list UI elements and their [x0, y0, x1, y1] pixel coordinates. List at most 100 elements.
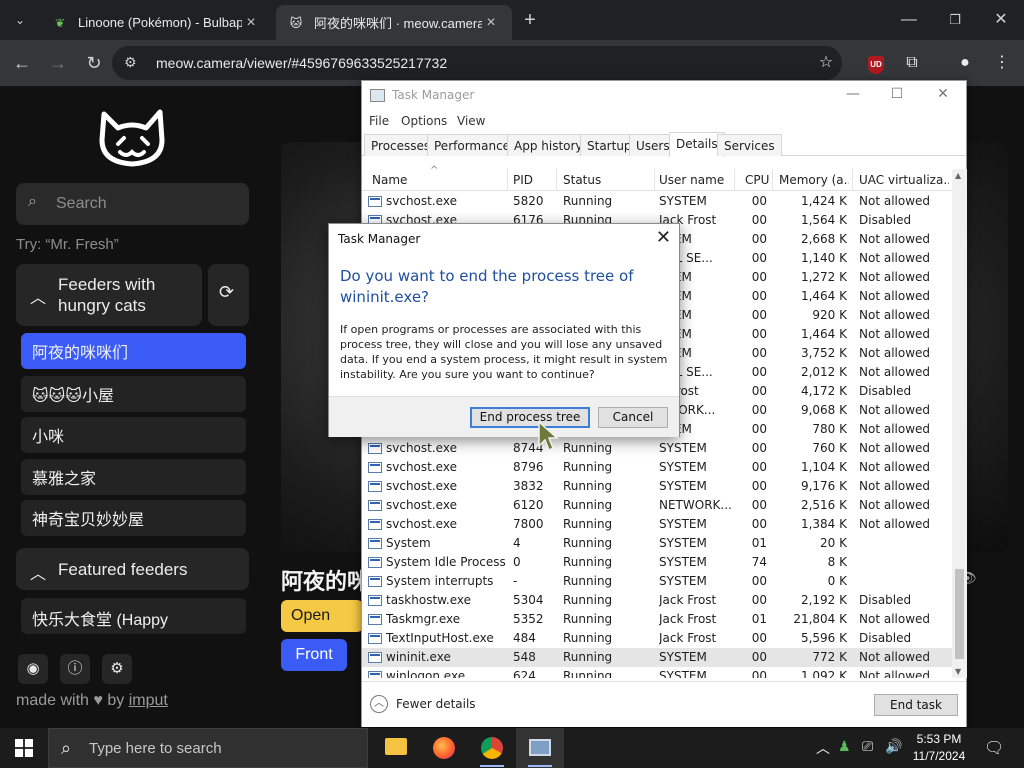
- col-memory[interactable]: Memory (a...: [779, 173, 849, 187]
- file-explorer-app[interactable]: [372, 728, 420, 768]
- col-name[interactable]: Name: [372, 173, 407, 187]
- task-manager-app[interactable]: [516, 728, 564, 768]
- col-pid[interactable]: PID: [513, 173, 533, 187]
- user-tray-icon[interactable]: ♟: [838, 738, 851, 755]
- process-cell: Running: [563, 555, 613, 569]
- menu-dots-icon[interactable]: ⋮: [990, 51, 1014, 75]
- process-cell: 3,752 K: [800, 346, 847, 360]
- process-row[interactable]: svchost.exe 5820 Running SYSTEM 00 1,424 K Not…: [362, 192, 952, 211]
- process-row[interactable]: svchost.exe 3832 Running SYSTEM 00 9,176 K Not…: [362, 477, 952, 496]
- clock[interactable]: 5:53 PM 11/7/2024: [908, 731, 970, 765]
- process-row[interactable]: svchost.exe 7800 Running SYSTEM 00 1,384 K Not…: [362, 515, 952, 534]
- process-row[interactable]: svchost.exe 8796 Running SYSTEM 00 1,104 K Not…: [362, 458, 952, 477]
- taskbar-search-box[interactable]: ⌕ Type here to search: [48, 728, 368, 768]
- end-task-button[interactable]: End task: [874, 694, 958, 716]
- open-button[interactable]: Open: [281, 600, 363, 632]
- back-icon[interactable]: ←: [10, 51, 34, 75]
- network-icon[interactable]: ⎚: [862, 738, 873, 755]
- tab-performance[interactable]: Performance: [427, 134, 518, 156]
- process-icon: [368, 481, 382, 492]
- tab-meow-camera[interactable]: 🐱 阿夜的咪咪们 · meow.camera ×: [276, 5, 512, 40]
- process-cell: 0: [513, 555, 521, 569]
- tab-search-icon[interactable]: ⌄: [8, 8, 32, 32]
- restore-icon[interactable]: ❐: [940, 8, 970, 32]
- start-button[interactable]: [0, 728, 48, 768]
- process-row[interactable]: svchost.exe 6120 Running NETWORK... 00 2,516 …: [362, 496, 952, 515]
- process-icon: [368, 500, 382, 511]
- info-icon[interactable]: ⓘ: [60, 654, 90, 684]
- close-icon[interactable]: ✕: [928, 86, 958, 102]
- menu-view[interactable]: View: [457, 114, 485, 128]
- feeder-item[interactable]: 神奇宝贝妙妙屋: [21, 500, 246, 536]
- minimize-icon[interactable]: —: [894, 8, 924, 32]
- vertical-scrollbar[interactable]: ▲ ▼: [952, 169, 967, 678]
- search-input[interactable]: ⌕ Search: [16, 183, 249, 225]
- refresh-button[interactable]: ⟳: [208, 264, 249, 326]
- volume-icon[interactable]: 🔊: [885, 738, 902, 755]
- process-row[interactable]: System Idle Process 0 Running SYSTEM 74 8 K: [362, 553, 952, 572]
- process-row[interactable]: svchost.exe 8744 Running SYSTEM 00 760 K Not a…: [362, 439, 952, 458]
- feeder-item[interactable]: 小咪: [21, 417, 246, 453]
- scroll-down-icon[interactable]: ▼: [955, 667, 961, 676]
- scrollbar-thumb[interactable]: [955, 569, 964, 659]
- feeder-item[interactable]: 慕雅之家: [21, 459, 246, 495]
- featured-feeder-item[interactable]: 快乐大食堂 (Happy: [21, 598, 246, 634]
- task-manager-titlebar[interactable]: Task Manager — ☐ ✕: [362, 81, 966, 111]
- process-cell: Not allowed: [859, 346, 931, 360]
- col-username[interactable]: User name: [659, 173, 724, 187]
- settings-gear-icon[interactable]: ⚙: [102, 654, 132, 684]
- new-tab-icon[interactable]: +: [518, 8, 542, 32]
- section-featured[interactable]: ︿ Featured feeders: [16, 548, 249, 590]
- process-cell: 5352: [513, 612, 544, 626]
- task-manager-footer: ︿ Fewer details End task: [362, 681, 966, 727]
- tab-app-history[interactable]: App history: [507, 134, 590, 156]
- author-link[interactable]: imput: [129, 692, 168, 709]
- maximize-icon[interactable]: ☐: [882, 86, 912, 102]
- chrome-app[interactable]: [468, 728, 516, 768]
- bookmark-star-icon[interactable]: ☆: [814, 51, 838, 75]
- section-hungry-cats[interactable]: ︿ Feeders with hungry cats: [16, 264, 202, 326]
- discord-icon[interactable]: ◉: [18, 654, 48, 684]
- feeder-item-active[interactable]: 阿夜的咪咪们: [21, 333, 246, 369]
- col-cpu[interactable]: CPU: [745, 173, 769, 187]
- leaf-icon: ❦: [54, 15, 66, 30]
- process-row[interactable]: Taskmgr.exe 5352 Running Jack Frost 01 21,804…: [362, 610, 952, 629]
- process-row[interactable]: TextInputHost.exe 484 Running Jack Frost 00 5…: [362, 629, 952, 648]
- reload-icon[interactable]: ↻: [82, 51, 106, 75]
- front-camera-button[interactable]: Front: [281, 639, 347, 671]
- forward-icon[interactable]: →: [46, 51, 70, 75]
- process-cell: 00: [751, 460, 767, 474]
- menu-file[interactable]: File: [369, 114, 389, 128]
- process-row[interactable]: taskhostw.exe 5304 Running Jack Frost 00 2,19…: [362, 591, 952, 610]
- process-row[interactable]: winlogon.exe 624 Running SYSTEM 00 1,092 K Not…: [362, 667, 952, 678]
- site-info-icon[interactable]: ⚙: [124, 54, 137, 71]
- tab-services[interactable]: Services: [717, 134, 782, 156]
- extensions-icon[interactable]: ⧉: [900, 51, 924, 75]
- process-cell: Running: [563, 612, 613, 626]
- close-tab-icon[interactable]: ×: [242, 14, 260, 32]
- firefox-app[interactable]: [420, 728, 468, 768]
- close-icon[interactable]: ✕: [656, 227, 671, 248]
- chevron-up-icon[interactable]: ︿: [816, 738, 830, 758]
- profile-avatar-icon[interactable]: ●: [953, 51, 977, 75]
- process-cell: 00: [751, 270, 767, 284]
- process-row[interactable]: System 4 Running SYSTEM 01 20 K: [362, 534, 952, 553]
- fewer-details-link[interactable]: ︿ Fewer details: [370, 695, 476, 713]
- close-tab-icon[interactable]: ×: [482, 14, 500, 32]
- process-row[interactable]: System interrupts - Running SYSTEM 00 0 K: [362, 572, 952, 591]
- end-process-tree-button[interactable]: End process tree: [470, 407, 590, 428]
- minimize-icon[interactable]: —: [838, 86, 868, 102]
- col-status[interactable]: Status: [563, 173, 601, 187]
- close-window-icon[interactable]: ✕: [986, 8, 1016, 32]
- process-row[interactable]: wininit.exe 548 Running SYSTEM 00 772 K Not al…: [362, 648, 952, 667]
- menu-options[interactable]: Options: [401, 114, 447, 128]
- feeder-item[interactable]: 🐱🐱🐱小屋: [21, 376, 246, 412]
- scroll-up-icon[interactable]: ▲: [955, 171, 961, 180]
- cancel-button[interactable]: Cancel: [598, 407, 668, 428]
- ublock-icon[interactable]: UD: [864, 51, 888, 75]
- col-uac[interactable]: UAC virtualiza...: [859, 173, 949, 187]
- notifications-icon[interactable]: 🗨: [984, 738, 1004, 758]
- address-bar[interactable]: ⚙ meow.camera/viewer/#459676963352521773…: [112, 46, 842, 80]
- process-cell: 780 K: [812, 422, 847, 436]
- tab-bulbapedia[interactable]: ❦ Linoone (Pokémon) - Bulbaped ×: [40, 5, 272, 40]
